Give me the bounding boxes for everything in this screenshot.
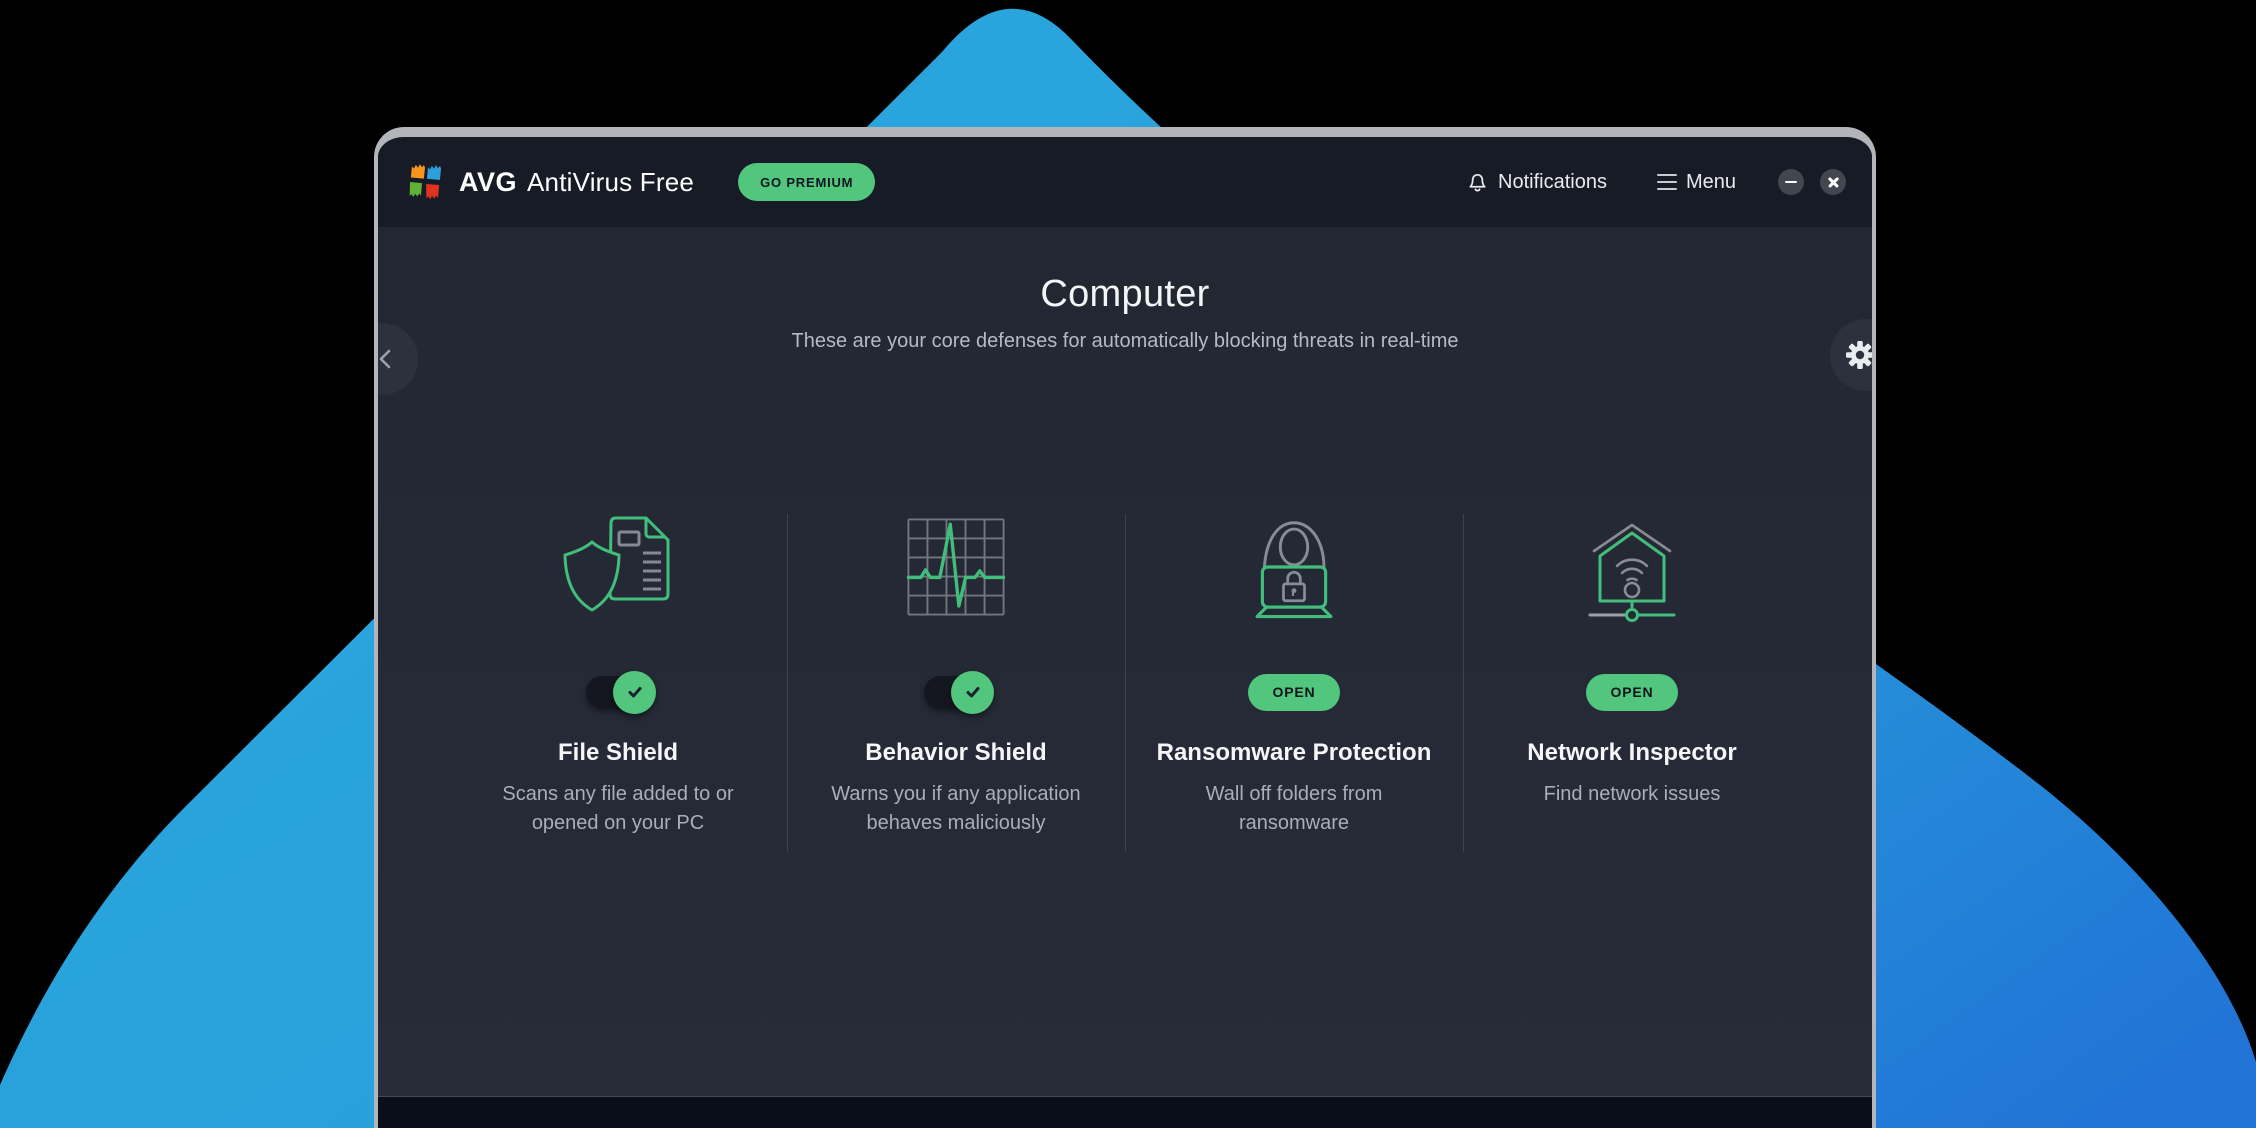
avg-logo-icon xyxy=(409,164,442,200)
feature-file-shield: File Shield Scans any file added to or o… xyxy=(449,504,787,838)
close-icon xyxy=(1827,176,1840,189)
column-divider xyxy=(1125,514,1126,852)
ransomware-protection-icon xyxy=(1255,520,1333,618)
ransomware-protection-open-button[interactable]: OPEN xyxy=(1247,673,1341,711)
feature-behavior-shield: Behavior Shield Warns you if any applica… xyxy=(787,504,1125,838)
feature-network-inspector: OPEN Network Inspector Find network issu… xyxy=(1463,504,1801,838)
minimize-button[interactable] xyxy=(1778,169,1804,195)
gear-icon xyxy=(1846,341,1872,369)
feature-ransomware-protection: OPEN Ransomware Protection Wall off fold… xyxy=(1125,504,1463,838)
bell-icon xyxy=(1469,174,1486,192)
title-bar: AVG AntiVirus Free GO PREMIUM Notificati… xyxy=(378,137,1872,227)
feature-name: Behavior Shield xyxy=(865,739,1047,766)
toggle-knob xyxy=(951,670,994,714)
close-button[interactable] xyxy=(1820,169,1846,195)
check-icon xyxy=(628,687,641,698)
feature-description: Find network issues xyxy=(1543,783,1721,805)
avg-antivirus-window: AVG AntiVirus Free GO PREMIUM Notificati… xyxy=(374,127,1876,1128)
hamburger-icon xyxy=(1656,173,1677,191)
features-row: File Shield Scans any file added to or o… xyxy=(449,504,1801,852)
file-shield-icon xyxy=(563,516,670,611)
file-shield-toggle[interactable] xyxy=(586,670,656,714)
check-icon xyxy=(966,687,979,698)
notifications-label: Notifications xyxy=(1498,170,1607,193)
brand-avg-text: AVG xyxy=(459,166,518,197)
behavior-shield-icon xyxy=(906,517,1006,616)
toggle-knob xyxy=(613,670,656,714)
feature-description: Warns you if any application behaves mal… xyxy=(831,783,1081,834)
feature-name: Ransomware Protection xyxy=(1156,739,1432,766)
brand-product-text: AntiVirus Free xyxy=(527,166,695,197)
window-footer xyxy=(378,1096,1872,1128)
column-divider xyxy=(1463,514,1464,852)
network-inspector-open-button[interactable]: OPEN xyxy=(1585,673,1679,711)
hero: Computer These are your core defenses fo… xyxy=(378,227,1872,353)
main-content: Computer These are your core defenses fo… xyxy=(378,227,1872,1128)
menu-label: Menu xyxy=(1685,170,1736,193)
minimize-icon xyxy=(1785,180,1797,184)
feature-name: File Shield xyxy=(557,739,679,766)
feature-description: Wall off folders from ransomware xyxy=(1205,783,1383,834)
menu-button[interactable]: Menu xyxy=(1656,170,1736,194)
column-divider xyxy=(787,514,788,852)
feature-name: Network Inspector xyxy=(1527,739,1737,766)
brand: AVG AntiVirus Free xyxy=(406,162,694,202)
go-premium-button[interactable]: GO PREMIUM xyxy=(738,163,876,201)
chevron-left-icon xyxy=(379,349,391,369)
network-inspector-icon xyxy=(1588,523,1676,622)
desktop-backdrop: AVG AntiVirus Free GO PREMIUM Notificati… xyxy=(0,0,2256,1128)
behavior-shield-toggle[interactable] xyxy=(924,670,994,714)
feature-description: Scans any file added to or opened on you… xyxy=(502,783,734,834)
page-subtitle: These are your core defenses for automat… xyxy=(791,330,1459,352)
page-title: Computer xyxy=(1040,273,1210,315)
notifications-button[interactable]: Notifications xyxy=(1466,170,1607,194)
